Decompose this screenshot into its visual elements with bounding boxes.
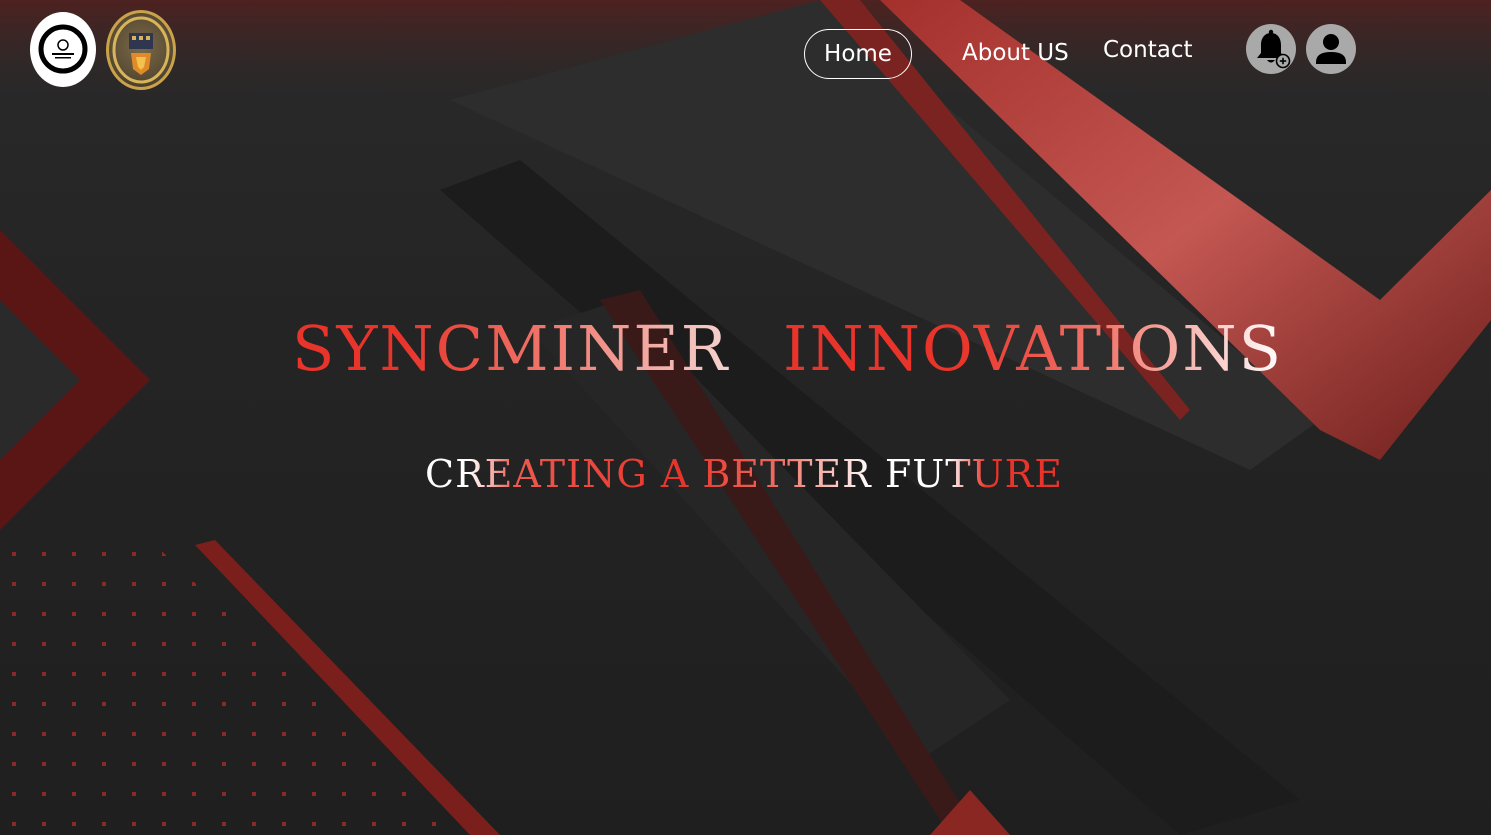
- hero-subtitle: CREATING A BETTER FUTURE: [425, 452, 1063, 496]
- nav-about-link[interactable]: About US: [962, 40, 1069, 66]
- user-avatar-icon: [1316, 34, 1346, 64]
- crest-emblem-icon: [112, 16, 170, 84]
- nav-contact-label: Contact: [1103, 37, 1193, 63]
- nav-home-label: Home: [824, 41, 892, 67]
- hero-title-syncminer: SYNCMINER: [292, 312, 730, 385]
- bell-plus-icon: [1257, 29, 1291, 69]
- nav-home-button[interactable]: Home: [804, 29, 912, 79]
- hero-section: Home About US Contact SYNCMINER INNOVATI…: [0, 0, 1491, 835]
- secondary-logo[interactable]: [106, 10, 176, 90]
- user-profile-button[interactable]: [1306, 24, 1356, 74]
- primary-logo[interactable]: [30, 12, 96, 87]
- background-graphic: [0, 0, 1491, 835]
- notifications-button[interactable]: [1246, 24, 1296, 74]
- hero-title-innovations: INNOVATIONS: [783, 312, 1284, 385]
- syncminer-logo-icon: [38, 24, 88, 74]
- nav-contact-link[interactable]: Contact: [1103, 37, 1192, 63]
- nav-about-label: About US: [962, 40, 1069, 66]
